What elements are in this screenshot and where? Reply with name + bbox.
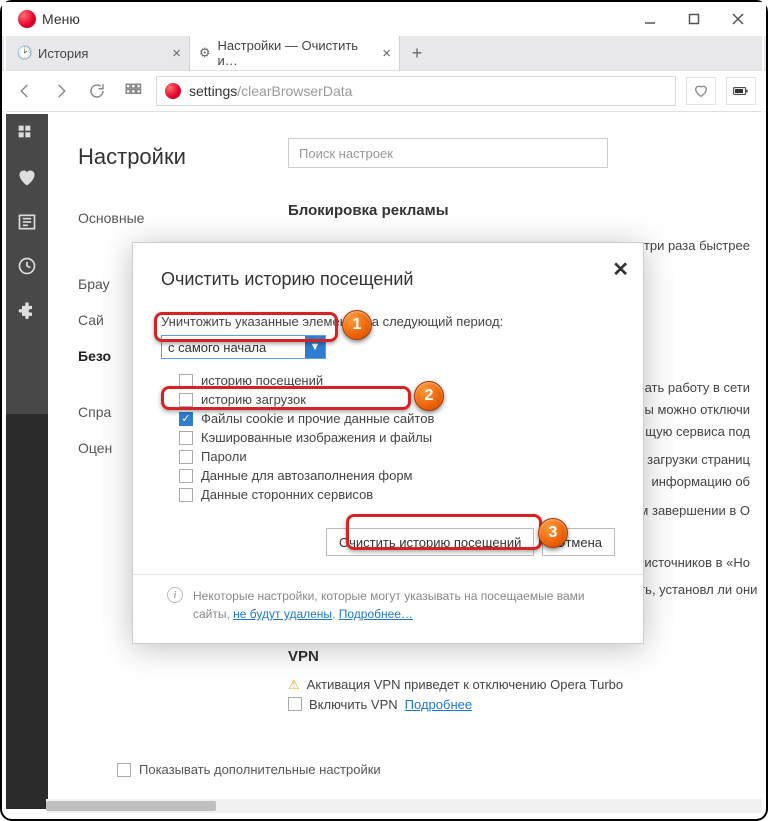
reload-button[interactable] [84, 78, 110, 104]
address-path: settings [189, 83, 237, 99]
forward-button[interactable] [48, 78, 74, 104]
horizontal-scrollbar[interactable] [46, 799, 762, 813]
sidebar-rail [6, 114, 48, 809]
titlebar: Меню [2, 2, 766, 36]
vpn-more-link[interactable]: Подробнее [405, 697, 472, 712]
opt-downloads[interactable]: историю загрузок [161, 390, 615, 409]
dialog-close-button[interactable]: ✕ [612, 257, 629, 282]
menu-button[interactable]: Меню [42, 11, 80, 27]
opt-cache[interactable]: Кэшированные изображения и файлы [161, 428, 615, 447]
back-button[interactable] [12, 78, 38, 104]
opt-cookies[interactable]: ✓Файлы cookie и прочие данные сайтов [161, 409, 615, 428]
chevron-down-icon: ▼ [305, 336, 325, 358]
tab-label: История [38, 46, 88, 61]
clear-history-button[interactable]: Очистить историю посещений [326, 528, 534, 556]
tab-settings[interactable]: ⚙ Настройки — Очистить и… × [190, 36, 400, 70]
section-adblock-heading: Блокировка рекламы [288, 202, 762, 219]
settings-title: Настройки [78, 144, 270, 170]
scrollbar-thumb[interactable] [46, 801, 216, 811]
opt-autofill[interactable]: Данные для автозаполнения форм [161, 466, 615, 485]
battery-button[interactable] [726, 77, 756, 105]
opt-thirdparty[interactable]: Данные сторонних сервисов [161, 485, 615, 504]
opt-history[interactable]: историю посещений [161, 371, 615, 390]
speed-dial-button[interactable] [120, 78, 146, 104]
address-rest: /clearBrowserData [237, 83, 352, 99]
navbar: settings/clearBrowserData [2, 70, 766, 112]
new-tab-button[interactable]: + [400, 36, 434, 70]
period-dropdown[interactable]: с самого начала ▼ [161, 335, 326, 359]
section-vpn-heading: VPN [288, 648, 762, 665]
tab-close-button[interactable]: × [382, 45, 391, 62]
speed-dial-icon[interactable] [17, 124, 37, 144]
dialog-period-label: Уничтожить указанные элементы за следующ… [161, 314, 615, 329]
tab-history[interactable]: 🕑 История × [10, 36, 190, 70]
tabstrip: 🕑 История × ⚙ Настройки — Очистить и… × … [2, 36, 766, 70]
show-advanced-checkbox[interactable]: Показывать дополнительные настройки [117, 762, 381, 777]
dialog-title: Очистить историю посещений [161, 269, 615, 290]
news-icon[interactable] [17, 212, 37, 232]
info-icon: i [167, 587, 183, 603]
window-close-button[interactable] [716, 4, 760, 34]
window-maximize-button[interactable] [672, 4, 716, 34]
cancel-button[interactable]: Отмена [542, 528, 615, 556]
clear-data-dialog: ✕ Очистить историю посещений Уничтожить … [132, 242, 644, 644]
vpn-enable-checkbox[interactable]: Включить VPN Подробнее [288, 695, 762, 714]
not-deleted-link[interactable]: не будут удалены [233, 607, 332, 621]
heart-icon[interactable] [17, 168, 37, 188]
address-bar[interactable]: settings/clearBrowserData [156, 76, 676, 106]
window-minimize-button[interactable] [628, 4, 672, 34]
bookmark-button[interactable] [686, 77, 716, 105]
history-nav-icon[interactable] [17, 256, 37, 276]
opera-logo-icon [18, 10, 36, 28]
tab-label: Настройки — Очистить и… [218, 38, 377, 68]
settings-search-input[interactable]: Поиск настроек [288, 138, 608, 168]
gear-icon: ⚙ [198, 46, 212, 60]
history-icon: 🕑 [18, 46, 32, 60]
opt-passwords[interactable]: Пароли [161, 447, 615, 466]
extensions-icon[interactable] [17, 300, 37, 320]
nav-main[interactable]: Основные [78, 200, 270, 236]
opera-o-icon [165, 83, 181, 99]
more-link[interactable]: Подробнее… [339, 607, 413, 621]
tab-close-button[interactable]: × [172, 45, 181, 62]
dialog-footnote: i Некоторые настройки, которые могут ука… [161, 587, 615, 623]
